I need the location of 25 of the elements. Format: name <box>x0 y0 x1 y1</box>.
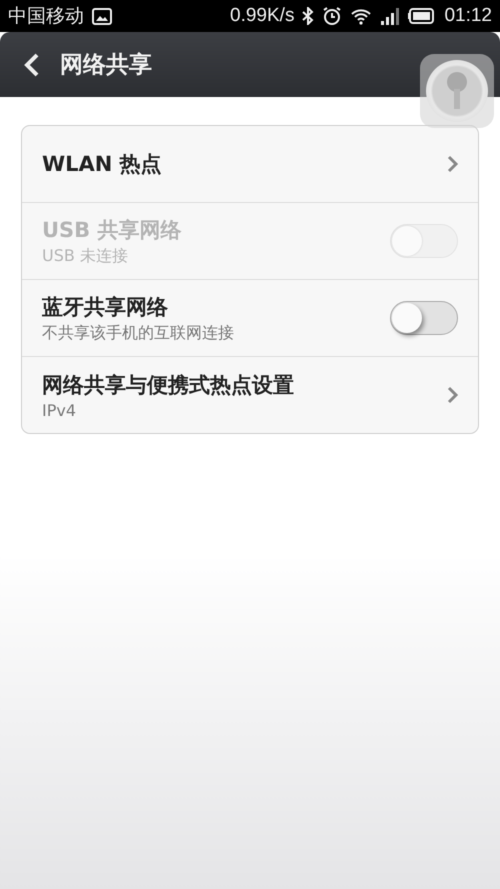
floating-button[interactable] <box>420 54 494 128</box>
setting-subtitle: USB 未连接 <box>42 246 129 266</box>
alarm-clock-icon <box>322 6 342 26</box>
clock-time: 01:12 <box>444 5 492 27</box>
toggle-switch[interactable] <box>390 301 458 335</box>
network-speed: 0.99K/s <box>230 5 294 27</box>
settings-row[interactable]: WLAN 热点 <box>22 126 478 202</box>
chevron-right-icon <box>447 386 458 404</box>
setting-subtitle: 不共享该手机的互联网连接 <box>42 322 235 344</box>
setting-title: 网络共享与便携式热点设置 <box>42 372 295 398</box>
wifi-icon <box>350 7 372 25</box>
carrier-name: 中国移动 <box>8 5 84 29</box>
setting-title: 蓝牙共享网络 <box>42 294 169 320</box>
signal-icon <box>380 7 400 25</box>
battery-icon <box>408 7 436 25</box>
key-icon <box>446 71 468 111</box>
bluetooth-icon <box>302 7 314 25</box>
setting-title: WLAN 热点 <box>42 151 163 178</box>
chevron-right-icon <box>447 155 458 173</box>
setting-title: USB 共享网络 <box>42 216 182 244</box>
image-icon <box>92 8 112 24</box>
settings-row[interactable]: 网络共享与便携式热点设置 IPv4 <box>22 356 478 433</box>
setting-subtitle: IPv4 <box>42 400 78 420</box>
page-title: 网络共享 <box>60 51 152 80</box>
settings-row[interactable]: 蓝牙共享网络 不共享该手机的互联网连接 <box>22 279 478 356</box>
